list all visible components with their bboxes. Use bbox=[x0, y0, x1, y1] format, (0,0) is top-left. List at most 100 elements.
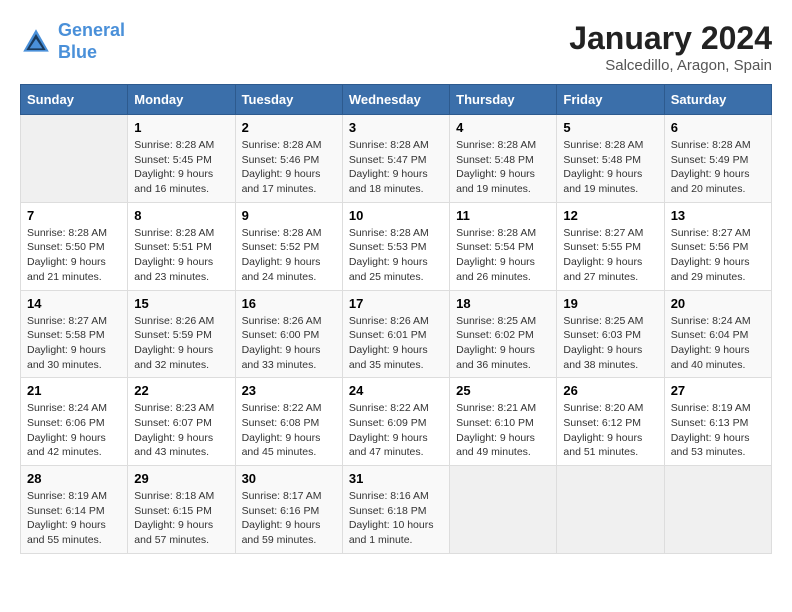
main-title: January 2024 bbox=[569, 20, 772, 57]
day-info: Sunrise: 8:28 AM Sunset: 5:49 PM Dayligh… bbox=[671, 138, 765, 197]
day-info: Sunrise: 8:28 AM Sunset: 5:54 PM Dayligh… bbox=[456, 226, 550, 285]
calendar-week-row: 7 Sunrise: 8:28 AM Sunset: 5:50 PM Daylig… bbox=[21, 202, 772, 290]
day-info: Sunrise: 8:28 AM Sunset: 5:46 PM Dayligh… bbox=[242, 138, 336, 197]
day-info: Sunrise: 8:28 AM Sunset: 5:47 PM Dayligh… bbox=[349, 138, 443, 197]
header: General Blue January 2024 Salcedillo, Ar… bbox=[20, 20, 772, 74]
calendar-cell: 19 Sunrise: 8:25 AM Sunset: 6:03 PM Dayli… bbox=[557, 290, 664, 378]
day-info: Sunrise: 8:24 AM Sunset: 6:06 PM Dayligh… bbox=[27, 401, 121, 460]
day-info: Sunrise: 8:25 AM Sunset: 6:03 PM Dayligh… bbox=[563, 314, 657, 373]
calendar-cell: 23 Sunrise: 8:22 AM Sunset: 6:08 PM Dayli… bbox=[235, 378, 342, 466]
day-number: 3 bbox=[349, 120, 443, 135]
day-info: Sunrise: 8:22 AM Sunset: 6:09 PM Dayligh… bbox=[349, 401, 443, 460]
calendar-cell: 25 Sunrise: 8:21 AM Sunset: 6:10 PM Dayli… bbox=[450, 378, 557, 466]
calendar-cell: 30 Sunrise: 8:17 AM Sunset: 6:16 PM Dayli… bbox=[235, 466, 342, 554]
weekday-header-wednesday: Wednesday bbox=[342, 85, 449, 115]
day-number: 28 bbox=[27, 471, 121, 486]
day-info: Sunrise: 8:28 AM Sunset: 5:51 PM Dayligh… bbox=[134, 226, 228, 285]
day-info: Sunrise: 8:18 AM Sunset: 6:15 PM Dayligh… bbox=[134, 489, 228, 548]
day-number: 9 bbox=[242, 208, 336, 223]
day-info: Sunrise: 8:28 AM Sunset: 5:48 PM Dayligh… bbox=[563, 138, 657, 197]
day-number: 29 bbox=[134, 471, 228, 486]
day-number: 16 bbox=[242, 296, 336, 311]
day-number: 5 bbox=[563, 120, 657, 135]
calendar-cell: 4Sunrise: 8:28 AM Sunset: 5:48 PM Daylig… bbox=[450, 115, 557, 203]
day-info: Sunrise: 8:28 AM Sunset: 5:53 PM Dayligh… bbox=[349, 226, 443, 285]
day-info: Sunrise: 8:28 AM Sunset: 5:52 PM Dayligh… bbox=[242, 226, 336, 285]
title-area: January 2024 Salcedillo, Aragon, Spain bbox=[569, 20, 772, 74]
day-number: 2 bbox=[242, 120, 336, 135]
logo-icon bbox=[20, 26, 52, 58]
calendar-cell: 2 Sunrise: 8:28 AM Sunset: 5:46 PM Daylig… bbox=[235, 115, 342, 203]
day-number: 14 bbox=[27, 296, 121, 311]
day-info: Sunrise: 8:22 AM Sunset: 6:08 PM Dayligh… bbox=[242, 401, 336, 460]
subtitle: Salcedillo, Aragon, Spain bbox=[569, 57, 772, 74]
day-info: Sunrise: 8:28 AM Sunset: 5:50 PM Dayligh… bbox=[27, 226, 121, 285]
calendar-cell: 5 Sunrise: 8:28 AM Sunset: 5:48 PM Daylig… bbox=[557, 115, 664, 203]
day-info: Sunrise: 8:26 AM Sunset: 6:00 PM Dayligh… bbox=[242, 314, 336, 373]
day-info: Sunrise: 8:27 AM Sunset: 5:58 PM Dayligh… bbox=[27, 314, 121, 373]
day-info: Sunrise: 8:19 AM Sunset: 6:13 PM Dayligh… bbox=[671, 401, 765, 460]
day-number: 20 bbox=[671, 296, 765, 311]
day-number: 6 bbox=[671, 120, 765, 135]
day-number: 21 bbox=[27, 383, 121, 398]
day-number: 31 bbox=[349, 471, 443, 486]
day-number: 23 bbox=[242, 383, 336, 398]
day-info: Sunrise: 8:21 AM Sunset: 6:10 PM Dayligh… bbox=[456, 401, 550, 460]
day-info: Sunrise: 8:27 AM Sunset: 5:55 PM Dayligh… bbox=[563, 226, 657, 285]
day-info: Sunrise: 8:28 AM Sunset: 5:45 PM Dayligh… bbox=[134, 138, 228, 197]
day-info: Sunrise: 8:23 AM Sunset: 6:07 PM Dayligh… bbox=[134, 401, 228, 460]
weekday-header-sunday: Sunday bbox=[21, 85, 128, 115]
logo-text: General Blue bbox=[58, 20, 125, 63]
day-info: Sunrise: 8:24 AM Sunset: 6:04 PM Dayligh… bbox=[671, 314, 765, 373]
day-number: 17 bbox=[349, 296, 443, 311]
day-info: Sunrise: 8:17 AM Sunset: 6:16 PM Dayligh… bbox=[242, 489, 336, 548]
day-number: 25 bbox=[456, 383, 550, 398]
calendar-cell: 31 Sunrise: 8:16 AM Sunset: 6:18 PM Dayli… bbox=[342, 466, 449, 554]
logo: General Blue bbox=[20, 20, 125, 63]
day-number: 19 bbox=[563, 296, 657, 311]
day-number: 18 bbox=[456, 296, 550, 311]
calendar-cell: 27Sunrise: 8:19 AM Sunset: 6:13 PM Dayli… bbox=[664, 378, 771, 466]
day-info: Sunrise: 8:20 AM Sunset: 6:12 PM Dayligh… bbox=[563, 401, 657, 460]
calendar-header-row: SundayMondayTuesdayWednesdayThursdayFrid… bbox=[21, 85, 772, 115]
day-number: 15 bbox=[134, 296, 228, 311]
weekday-header-monday: Monday bbox=[128, 85, 235, 115]
day-info: Sunrise: 8:16 AM Sunset: 6:18 PM Dayligh… bbox=[349, 489, 443, 548]
calendar-cell bbox=[664, 466, 771, 554]
calendar-cell bbox=[21, 115, 128, 203]
calendar-cell: 16 Sunrise: 8:26 AM Sunset: 6:00 PM Dayli… bbox=[235, 290, 342, 378]
weekday-header-tuesday: Tuesday bbox=[235, 85, 342, 115]
logo-line1: General bbox=[58, 20, 125, 40]
day-number: 11 bbox=[456, 208, 550, 223]
weekday-header-saturday: Saturday bbox=[664, 85, 771, 115]
calendar-cell bbox=[557, 466, 664, 554]
calendar-cell: 8 Sunrise: 8:28 AM Sunset: 5:51 PM Daylig… bbox=[128, 202, 235, 290]
day-info: Sunrise: 8:26 AM Sunset: 5:59 PM Dayligh… bbox=[134, 314, 228, 373]
calendar-cell: 13Sunrise: 8:27 AM Sunset: 5:56 PM Dayli… bbox=[664, 202, 771, 290]
day-number: 30 bbox=[242, 471, 336, 486]
calendar-week-row: 14 Sunrise: 8:27 AM Sunset: 5:58 PM Dayli… bbox=[21, 290, 772, 378]
calendar-cell: 29 Sunrise: 8:18 AM Sunset: 6:15 PM Dayli… bbox=[128, 466, 235, 554]
day-info: Sunrise: 8:25 AM Sunset: 6:02 PM Dayligh… bbox=[456, 314, 550, 373]
day-number: 10 bbox=[349, 208, 443, 223]
calendar-cell: 7 Sunrise: 8:28 AM Sunset: 5:50 PM Daylig… bbox=[21, 202, 128, 290]
calendar-cell: 14 Sunrise: 8:27 AM Sunset: 5:58 PM Dayli… bbox=[21, 290, 128, 378]
calendar-week-row: 28Sunrise: 8:19 AM Sunset: 6:14 PM Dayli… bbox=[21, 466, 772, 554]
day-number: 24 bbox=[349, 383, 443, 398]
day-info: Sunrise: 8:27 AM Sunset: 5:56 PM Dayligh… bbox=[671, 226, 765, 285]
calendar-cell: 28Sunrise: 8:19 AM Sunset: 6:14 PM Dayli… bbox=[21, 466, 128, 554]
calendar-cell: 21 Sunrise: 8:24 AM Sunset: 6:06 PM Dayli… bbox=[21, 378, 128, 466]
calendar-cell: 15 Sunrise: 8:26 AM Sunset: 5:59 PM Dayli… bbox=[128, 290, 235, 378]
calendar-cell: 10 Sunrise: 8:28 AM Sunset: 5:53 PM Dayli… bbox=[342, 202, 449, 290]
day-number: 26 bbox=[563, 383, 657, 398]
calendar-cell: 6 Sunrise: 8:28 AM Sunset: 5:49 PM Daylig… bbox=[664, 115, 771, 203]
calendar-cell: 18 Sunrise: 8:25 AM Sunset: 6:02 PM Dayli… bbox=[450, 290, 557, 378]
calendar-week-row: 1Sunrise: 8:28 AM Sunset: 5:45 PM Daylig… bbox=[21, 115, 772, 203]
day-number: 12 bbox=[563, 208, 657, 223]
day-number: 7 bbox=[27, 208, 121, 223]
calendar-cell: 24 Sunrise: 8:22 AM Sunset: 6:09 PM Dayli… bbox=[342, 378, 449, 466]
weekday-header-thursday: Thursday bbox=[450, 85, 557, 115]
day-number: 8 bbox=[134, 208, 228, 223]
calendar-cell: 9 Sunrise: 8:28 AM Sunset: 5:52 PM Daylig… bbox=[235, 202, 342, 290]
calendar-cell bbox=[450, 466, 557, 554]
